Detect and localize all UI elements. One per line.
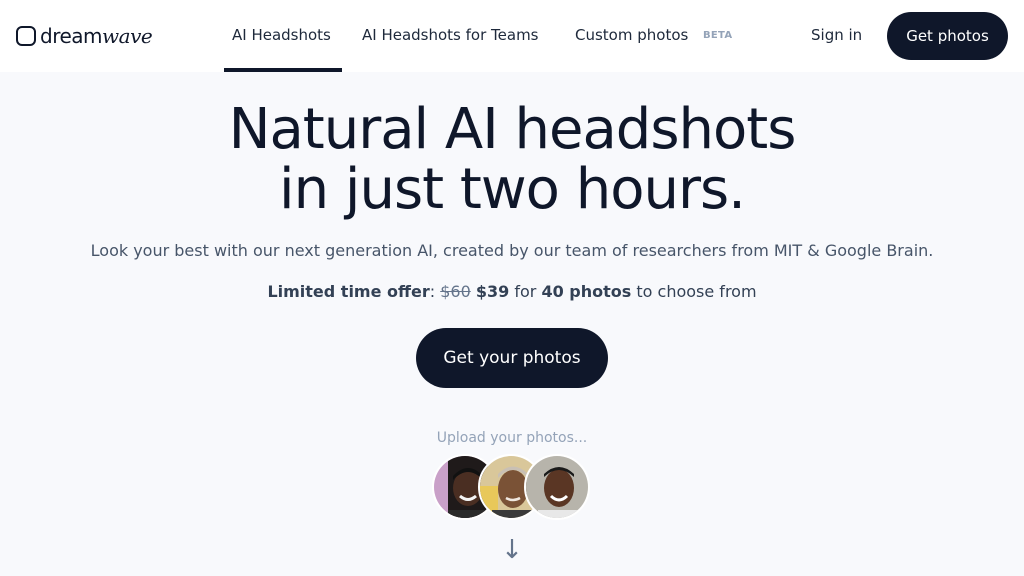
old-price: $60 — [440, 282, 471, 301]
upload-photos-label: Upload your photos... — [436, 430, 588, 446]
hero-title-line2: in just two hours. — [279, 157, 746, 222]
photo-count: 40 photos — [541, 282, 632, 301]
offer-for-text: for — [514, 282, 537, 301]
nav-link-ai-headshots-teams[interactable]: AI Headshots for Teams — [362, 26, 539, 44]
limited-offer: Limited time offer: $60 $39 for 40 photo… — [0, 282, 1024, 301]
get-your-photos-button[interactable]: Get your photos — [416, 328, 608, 388]
avatar — [524, 454, 590, 520]
offer-choose-text: to choose from — [636, 282, 757, 301]
beta-badge: BETA — [703, 30, 733, 41]
logo-text-italic: wave — [102, 24, 153, 48]
logo-text-plain: dream — [40, 24, 103, 48]
top-navigation: dreamwave AI Headshots AI Headshots for … — [0, 0, 1024, 72]
get-photos-button[interactable]: Get photos — [887, 12, 1008, 60]
hero-subtitle: Look your best with our next generation … — [90, 241, 934, 260]
new-price: $39 — [475, 282, 510, 301]
hero-title-line1: Natural AI headshots — [228, 97, 797, 162]
person-photo-icon — [526, 456, 588, 518]
sign-in-link[interactable]: Sign in — [811, 26, 862, 44]
logo-mark-icon — [16, 26, 36, 46]
dreamwave-logo[interactable]: dreamwave — [16, 24, 153, 48]
logo-text: dreamwave — [40, 24, 153, 48]
offer-label: Limited time offer — [267, 282, 430, 301]
nav-link-custom-photos[interactable]: Custom photos — [575, 26, 688, 44]
hero-title: Natural AI headshots in just two hours. — [0, 100, 1024, 220]
offer-colon: : — [429, 282, 436, 301]
active-tab-indicator — [224, 68, 342, 72]
down-arrow-icon: ↓ — [501, 535, 523, 565]
nav-link-ai-headshots[interactable]: AI Headshots — [232, 26, 331, 44]
